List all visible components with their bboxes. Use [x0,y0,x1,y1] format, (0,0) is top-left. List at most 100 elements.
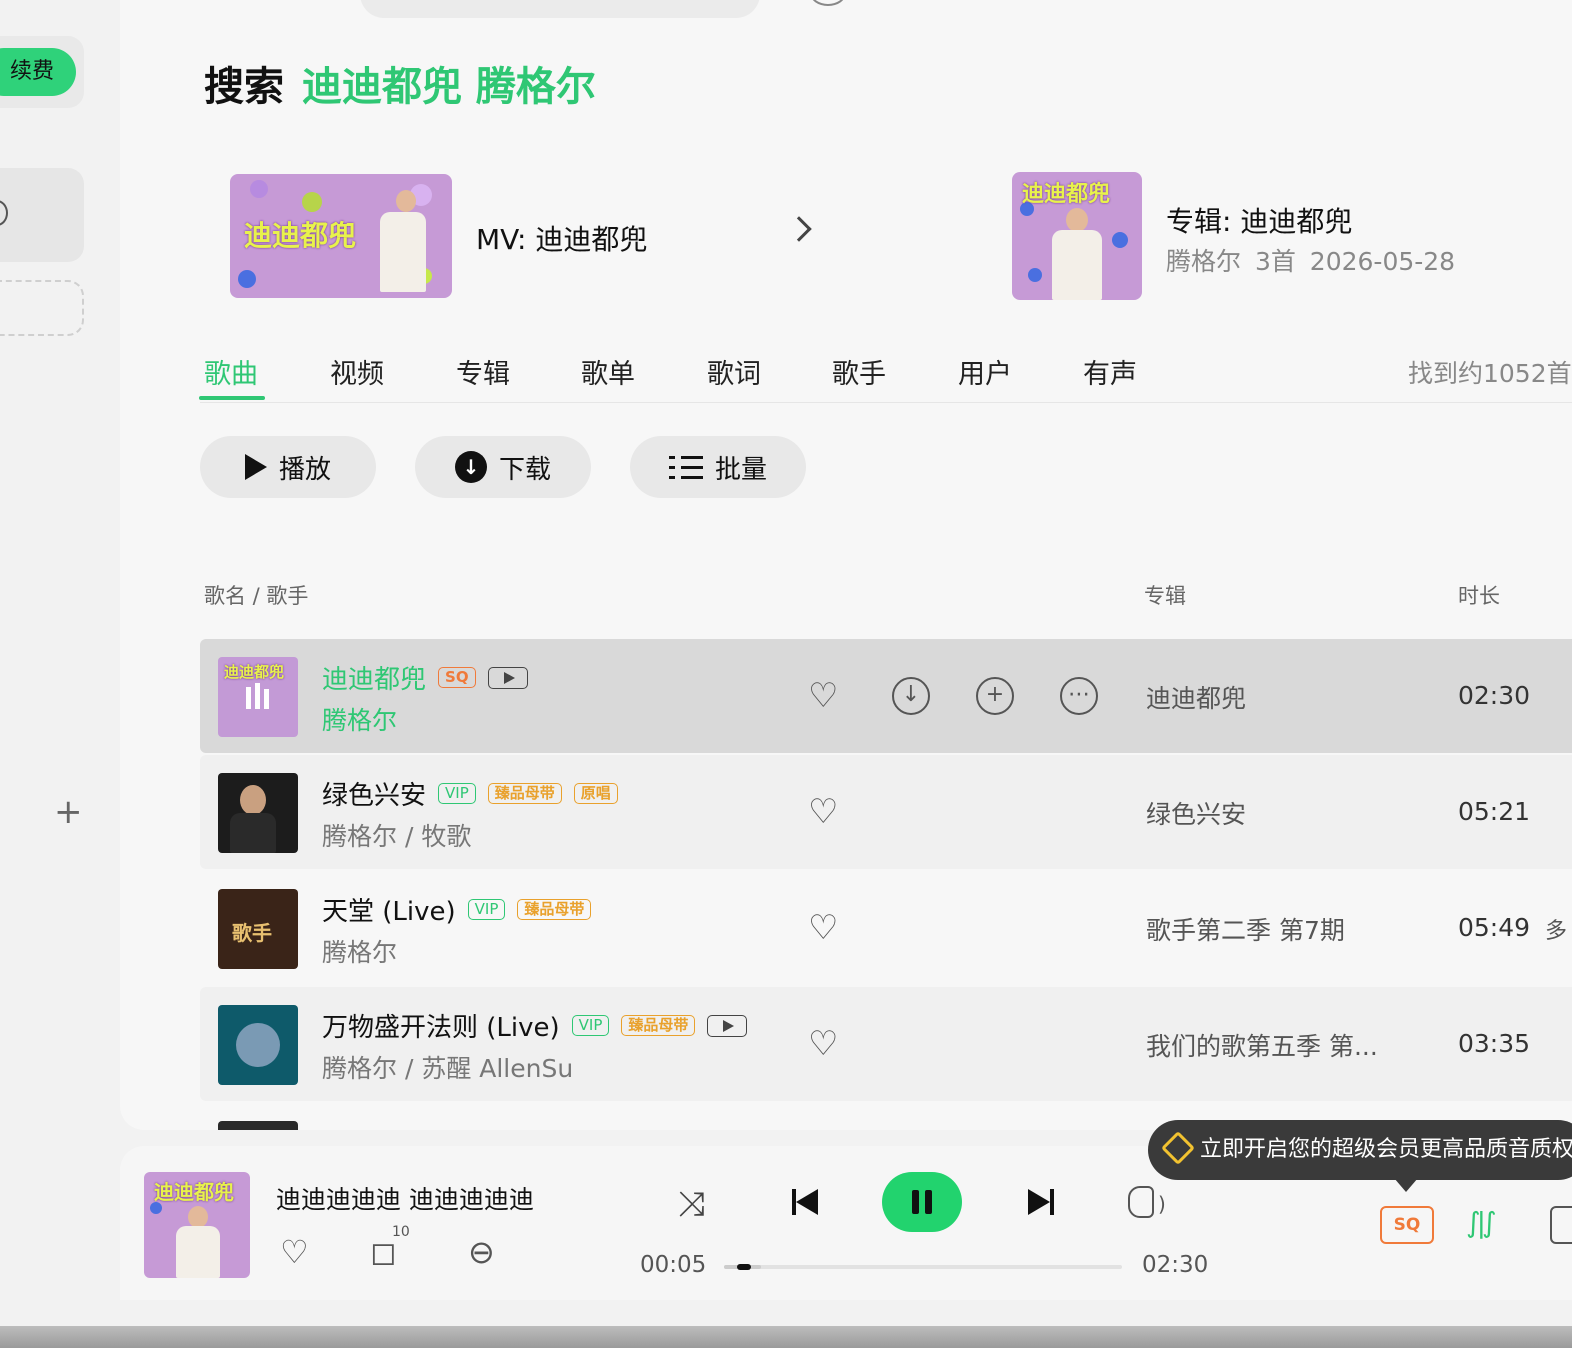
chevron-right-icon[interactable] [786,216,812,242]
thumb-figure [1052,230,1102,300]
tab-playlists[interactable]: 歌单 [581,352,635,391]
song-duration: 03:35 [1458,1029,1531,1058]
song-title[interactable]: 天堂 (Live) VIP 臻品母带 [322,891,592,928]
song-artist[interactable]: 腾格尔 [322,933,397,969]
tab-users[interactable]: 用户 [958,352,1012,391]
more-icon[interactable]: ⋯ [1060,677,1098,715]
table-row[interactable]: 绿色兴安 VIP 臻品母带 原唱 腾格尔 / 牧歌 ♡ 绿色兴安 05:21 [200,755,1572,869]
renew-button[interactable]: 续费 [0,48,76,96]
song-title-text[interactable]: 天堂 (Live) [322,891,456,928]
original-badge: 原唱 [573,783,618,804]
column-header-duration[interactable]: 时长 [1458,580,1500,610]
thumb-figure-head [1066,208,1088,232]
song-album[interactable]: 迪迪都兜 [1146,679,1246,715]
list-icon [668,453,703,481]
search-keyword: 迪迪都兜 腾格尔 [302,64,596,110]
next-button[interactable] [1028,1189,1050,1215]
shuffle-icon[interactable]: ⤨ [678,1184,705,1224]
result-count: 找到约1052首 [1408,359,1572,388]
tab-audio[interactable]: 有声 [1083,352,1137,391]
heart-icon[interactable]: ♡ [808,1025,838,1063]
main-panel: 搜索 迪迪都兜 腾格尔 迪迪都兜 MV: 迪迪都兜 迪迪都兜 专辑: 迪迪都兜 腾… [120,0,1572,1130]
song-cover[interactable] [218,1121,298,1130]
top-search-input[interactable] [360,0,760,18]
top-icon[interactable] [810,0,846,6]
volume-icon[interactable] [1128,1186,1154,1218]
comment-count: 10 [392,1224,410,1240]
song-album[interactable]: 歌手第二季 第7期 [1146,911,1345,947]
heart-icon[interactable]: ♡ [808,909,838,947]
previous-button[interactable] [796,1189,818,1215]
thumb-dot [302,192,322,212]
sidebar-card[interactable] [0,168,84,262]
mv-label[interactable]: MV: 迪迪都兜 [476,218,647,258]
sound-effect-icon[interactable]: ∫|∫ [1466,1206,1497,1239]
song-cover[interactable]: 迪迪都兜 [218,657,298,737]
next-icon[interactable] [1050,1189,1054,1215]
download-button[interactable]: ↓ 下载 [415,436,591,498]
album-title[interactable]: 专辑: 迪迪都兜 [1166,200,1352,240]
current-time: 00:05 [640,1252,707,1278]
song-title-text[interactable]: 绿色兴安 [322,775,426,812]
thumb-figure-head [396,190,416,212]
tab-songs[interactable]: 歌曲 [204,352,258,391]
master-badge: 臻品母带 [487,783,562,804]
table-row[interactable]: 万物盛开法则 (Live) VIP 臻品母带 腾格尔 / 苏醒 AllenSu … [200,987,1572,1101]
mv-badge-icon[interactable] [487,666,528,689]
table-row[interactable]: 迪迪都兜 迪迪都兜 SQ 腾格尔 ♡ ↓ + ⋯ 迪迪都兜 02:30 [200,639,1572,753]
now-playing-title[interactable]: 迪迪迪迪迪 迪迪迪迪迪 [276,1180,536,1216]
download-icon: ↓ [454,451,487,483]
add-playlist-button[interactable]: + [54,792,83,832]
progress-bar[interactable] [724,1264,1122,1270]
song-album[interactable]: 我们的歌第五季 第... [1146,1027,1378,1063]
heart-icon[interactable]: ♡ [808,793,838,831]
song-cover[interactable] [218,773,298,853]
heart-icon[interactable]: ♡ [280,1234,309,1270]
cover-text: 迪迪都兜 [224,663,285,681]
batch-button[interactable]: 批量 [630,436,806,498]
thumb-dot [250,180,268,198]
master-badge: 臻品母带 [621,1015,696,1036]
add-icon[interactable]: + [976,677,1014,715]
download-icon[interactable]: ↓ [892,677,930,715]
song-title[interactable]: 迪迪都兜 SQ [322,659,528,696]
master-badge: 臻品母带 [517,899,592,920]
song-title-text[interactable]: 迪迪都兜 [322,659,426,696]
song-title[interactable]: 万物盛开法则 (Live) VIP 臻品母带 [322,1007,748,1044]
song-artist[interactable]: 腾格尔 / 牧歌 [322,817,471,853]
table-row[interactable]: 歌手 天堂 (Live) VIP 臻品母带 腾格尔 ♡ 歌手第二季 第7期 05… [200,871,1572,985]
play-all-button[interactable]: 播放 [200,436,376,498]
tab-lyrics[interactable]: 歌词 [707,352,761,391]
heart-icon[interactable]: ♡ [808,677,838,715]
song-cover[interactable] [218,1005,298,1085]
vip-badge: VIP [438,783,476,804]
song-album[interactable]: 绿色兴安 [1146,795,1246,831]
thumb-dot [150,1202,162,1214]
song-title[interactable]: 绿色兴安 VIP 臻品母带 原唱 [322,775,618,812]
now-playing-cover[interactable]: 迪迪都兜 [144,1172,250,1278]
download-label: 下载 [498,454,551,485]
song-artist[interactable]: 腾格尔 [322,701,397,737]
more-icon[interactable]: ⊖ [468,1234,495,1270]
sidebar-drop-zone[interactable] [0,280,84,336]
song-duration: 05:49 [1458,913,1531,942]
cover-emblem [236,1023,280,1067]
quality-button[interactable]: SQ [1380,1206,1434,1244]
album-meta: 腾格尔 3首 2026-05-28 [1166,247,1456,276]
tab-singers[interactable]: 歌手 [832,352,886,391]
tab-videos[interactable]: 视频 [330,352,384,391]
tab-albums[interactable]: 专辑 [456,352,510,391]
playlist-icon[interactable] [1550,1206,1572,1244]
pause-icon [912,1190,919,1214]
progress-knob[interactable] [737,1264,751,1270]
pause-button[interactable] [882,1172,962,1232]
song-artist[interactable]: 腾格尔 / 苏醒 AllenSu [322,1049,573,1085]
vip-tooltip[interactable]: 立即开启您的超级会员更高品质音质权益 [1148,1120,1572,1180]
song-title-text[interactable]: 万物盛开法则 (Live) [322,1007,560,1044]
tab-divider [200,402,1572,403]
mv-thumbnail[interactable]: 迪迪都兜 [230,174,452,298]
song-cover[interactable]: 歌手 [218,889,298,969]
search-title: 搜索 迪迪都兜 腾格尔 [204,54,596,112]
album-thumbnail[interactable]: 迪迪都兜 [1012,172,1142,300]
mv-badge-icon[interactable] [707,1014,748,1037]
